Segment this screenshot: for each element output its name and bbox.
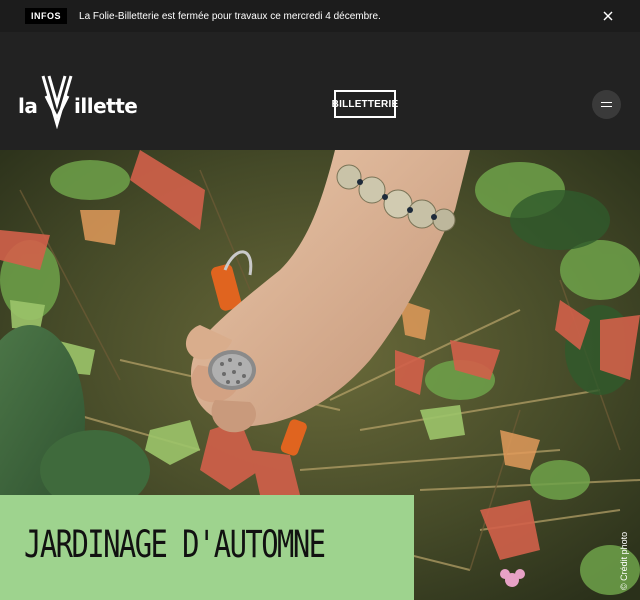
- close-icon[interactable]: [600, 8, 616, 24]
- menu-line-top: [601, 102, 612, 103]
- site-header: la illette BILLETTERIE: [0, 32, 640, 150]
- hamburger-menu-icon[interactable]: [592, 90, 621, 119]
- info-tag: INFOS: [25, 8, 68, 24]
- hero-section: JARDINAGE D'AUTOMNE: [0, 150, 640, 600]
- logo-suffix: illette: [74, 94, 138, 118]
- hero-title-box: JARDINAGE D'AUTOMNE: [0, 495, 414, 600]
- hero-title: JARDINAGE D'AUTOMNE: [24, 523, 326, 566]
- logo-v-mark: [41, 75, 73, 129]
- site-logo[interactable]: la illette: [18, 74, 143, 129]
- billetterie-button[interactable]: BILLETTERIE: [332, 90, 398, 118]
- menu-line-bottom: [601, 106, 612, 107]
- logo-prefix: la: [18, 94, 38, 118]
- photo-credit: © Crédit photo: [619, 531, 629, 590]
- info-message: La Folie-Billetterie est fermée pour tra…: [79, 10, 381, 22]
- info-banner: INFOS La Folie-Billetterie est fermée po…: [0, 0, 640, 32]
